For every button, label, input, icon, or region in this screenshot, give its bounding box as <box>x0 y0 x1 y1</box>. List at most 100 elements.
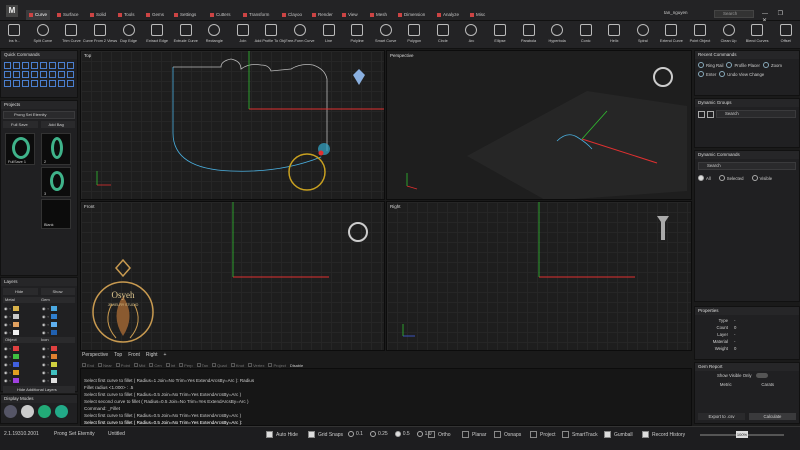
command-history[interactable]: Select first curve to fillet ( Radius=1 … <box>80 368 692 426</box>
tool-helix[interactable]: Helix <box>600 21 629 49</box>
tool-arc[interactable]: Arc <box>457 21 486 49</box>
layer-row[interactable]: ◉ ▫ <box>1 368 39 376</box>
rendered-mode-icon[interactable] <box>38 405 51 418</box>
project-dropdown[interactable]: Prong Set Eternity <box>3 111 75 119</box>
eye-icon[interactable]: ◉ <box>42 378 46 383</box>
recent-command-zoom[interactable]: Zoom <box>763 62 782 68</box>
osnap-checkbox[interactable] <box>149 363 154 367</box>
tab-clayoo[interactable]: Clayoo <box>279 10 305 20</box>
recent-command-ring-rail[interactable]: Ring Rail <box>698 62 723 68</box>
tool-dup-edge[interactable]: Dup Edge <box>114 21 143 49</box>
tool-blend-curves[interactable]: Blend Curves <box>743 21 772 49</box>
filter-all[interactable]: All <box>698 175 711 181</box>
tool-clean-up[interactable]: Clean Up <box>714 21 743 49</box>
viewport-tab-perspective[interactable]: Perspective <box>82 352 108 360</box>
eye-icon[interactable]: ◉ <box>42 322 46 327</box>
eye-icon[interactable]: ◉ <box>42 370 46 375</box>
tab-mesh[interactable]: Mesh <box>367 10 390 20</box>
layer-color-swatch[interactable] <box>50 353 57 359</box>
layer-row[interactable]: ◉ ▫ <box>39 312 77 320</box>
eye-icon[interactable]: ◉ <box>4 370 8 375</box>
quick-command-icon[interactable] <box>13 71 20 78</box>
eye-icon[interactable]: ◉ <box>4 314 8 319</box>
layer-row[interactable]: ◉ ▫ <box>1 312 39 320</box>
tool-hyperbola[interactable]: Hyperbola <box>543 21 572 49</box>
osnap-cen[interactable]: Cen <box>149 363 162 368</box>
tool-add-profile-to-obj-[interactable]: Add Profile To Obj... <box>255 21 288 49</box>
osnap-checkbox[interactable] <box>268 363 273 367</box>
layer-color-swatch[interactable] <box>12 313 19 319</box>
tool-rectangle[interactable]: Rectangle <box>200 21 229 49</box>
tool-offset[interactable]: Offset <box>771 21 800 49</box>
auto-hide-checkbox[interactable] <box>266 431 273 438</box>
lock-icon[interactable]: ▫ <box>10 322 11 327</box>
filter-visible[interactable]: Visible <box>751 175 772 181</box>
lock-icon[interactable]: ▫ <box>10 346 11 351</box>
lock-icon[interactable]: ▫ <box>48 354 49 359</box>
eye-icon[interactable]: ◉ <box>42 306 46 311</box>
lock-icon[interactable]: ▫ <box>10 362 11 367</box>
layer-row[interactable]: ◉ ▫ <box>1 352 39 360</box>
viewport-right[interactable]: Right <box>386 201 692 351</box>
osnap-tan[interactable]: Tan <box>196 363 208 368</box>
snap-option[interactable]: 0.25 <box>369 431 388 437</box>
viewport-top[interactable]: Top <box>80 50 385 200</box>
snap-option[interactable]: 0.1 <box>348 431 363 437</box>
gumball-toggle[interactable]: Gumball <box>604 431 633 438</box>
viewport-tab-front[interactable]: Front <box>128 352 140 360</box>
layer-color-swatch[interactable] <box>50 345 57 351</box>
filter-radio[interactable] <box>698 175 704 181</box>
layer-color-swatch[interactable] <box>50 369 57 375</box>
lock-icon[interactable]: ▫ <box>48 322 49 327</box>
osnaps-toggle[interactable]: Osnaps <box>494 431 521 438</box>
tool-spiral[interactable]: Spiral <box>629 21 658 49</box>
shaded-mode-icon[interactable] <box>21 405 34 418</box>
layer-color-swatch[interactable] <box>50 321 57 327</box>
eye-icon[interactable]: ◉ <box>4 322 8 327</box>
recent-command-profile-placer[interactable]: Profile Placer <box>726 62 760 68</box>
osnap-checkbox[interactable] <box>179 363 184 367</box>
layer-color-swatch[interactable] <box>12 345 19 351</box>
quick-command-icon[interactable] <box>22 71 29 78</box>
lock-icon[interactable]: ▫ <box>48 314 49 319</box>
osnap-checkbox[interactable] <box>230 363 235 367</box>
add-bag-button[interactable]: Add Bag <box>40 121 75 128</box>
grid-snaps-toggle[interactable]: Grid Snaps <box>308 431 343 438</box>
osnap-vertex[interactable]: Vertex <box>248 363 264 368</box>
planar-toggle[interactable]: Planar <box>462 431 486 438</box>
filter-radio[interactable] <box>751 175 758 181</box>
osnap-point[interactable]: Point <box>115 363 130 368</box>
quick-command-icon[interactable] <box>31 71 38 78</box>
record-history-toggle[interactable]: Record History <box>642 431 685 438</box>
tool-trim-curve[interactable]: Trim Curve <box>57 21 86 49</box>
zoom-level[interactable]: 100% <box>736 431 748 438</box>
lock-icon[interactable]: ▫ <box>10 330 11 335</box>
lock-icon[interactable]: ▫ <box>48 362 49 367</box>
tool-polygon[interactable]: Polygon <box>400 21 429 49</box>
layer-color-swatch[interactable] <box>12 361 19 367</box>
layer-row[interactable]: ◉ ▫ <box>39 368 77 376</box>
tool-join[interactable]: Join <box>229 21 258 49</box>
quick-command-icon[interactable] <box>4 71 11 78</box>
lock-icon[interactable]: ▫ <box>48 370 49 375</box>
tool-line[interactable]: Line <box>314 21 343 49</box>
add-group-icon[interactable] <box>707 110 714 118</box>
tool-parabola[interactable]: Parabola <box>514 21 543 49</box>
layer-row[interactable]: ◉ ▫ <box>39 360 77 368</box>
eye-icon[interactable]: ◉ <box>42 362 46 367</box>
dynamic-commands-search[interactable]: Search <box>698 162 796 170</box>
osnap-mid[interactable]: Mid <box>133 363 145 368</box>
quick-command-icon[interactable] <box>58 62 65 69</box>
layer-color-swatch[interactable] <box>12 321 19 327</box>
layer-row[interactable]: ◉ ▫ <box>1 344 39 352</box>
layer-color-swatch[interactable] <box>12 369 19 375</box>
viewport-tab-top[interactable]: Top <box>114 352 122 360</box>
osnap-disable[interactable]: Disable <box>290 363 303 368</box>
osnap-checkbox[interactable] <box>115 363 120 367</box>
filter-selected[interactable]: Selected <box>718 175 744 181</box>
tab-gems[interactable]: Gems <box>143 10 167 20</box>
osnap-checkbox[interactable] <box>212 363 217 367</box>
layer-color-swatch[interactable] <box>50 377 57 383</box>
osnap-checkbox[interactable] <box>196 363 201 367</box>
quick-command-icon[interactable] <box>67 80 74 87</box>
